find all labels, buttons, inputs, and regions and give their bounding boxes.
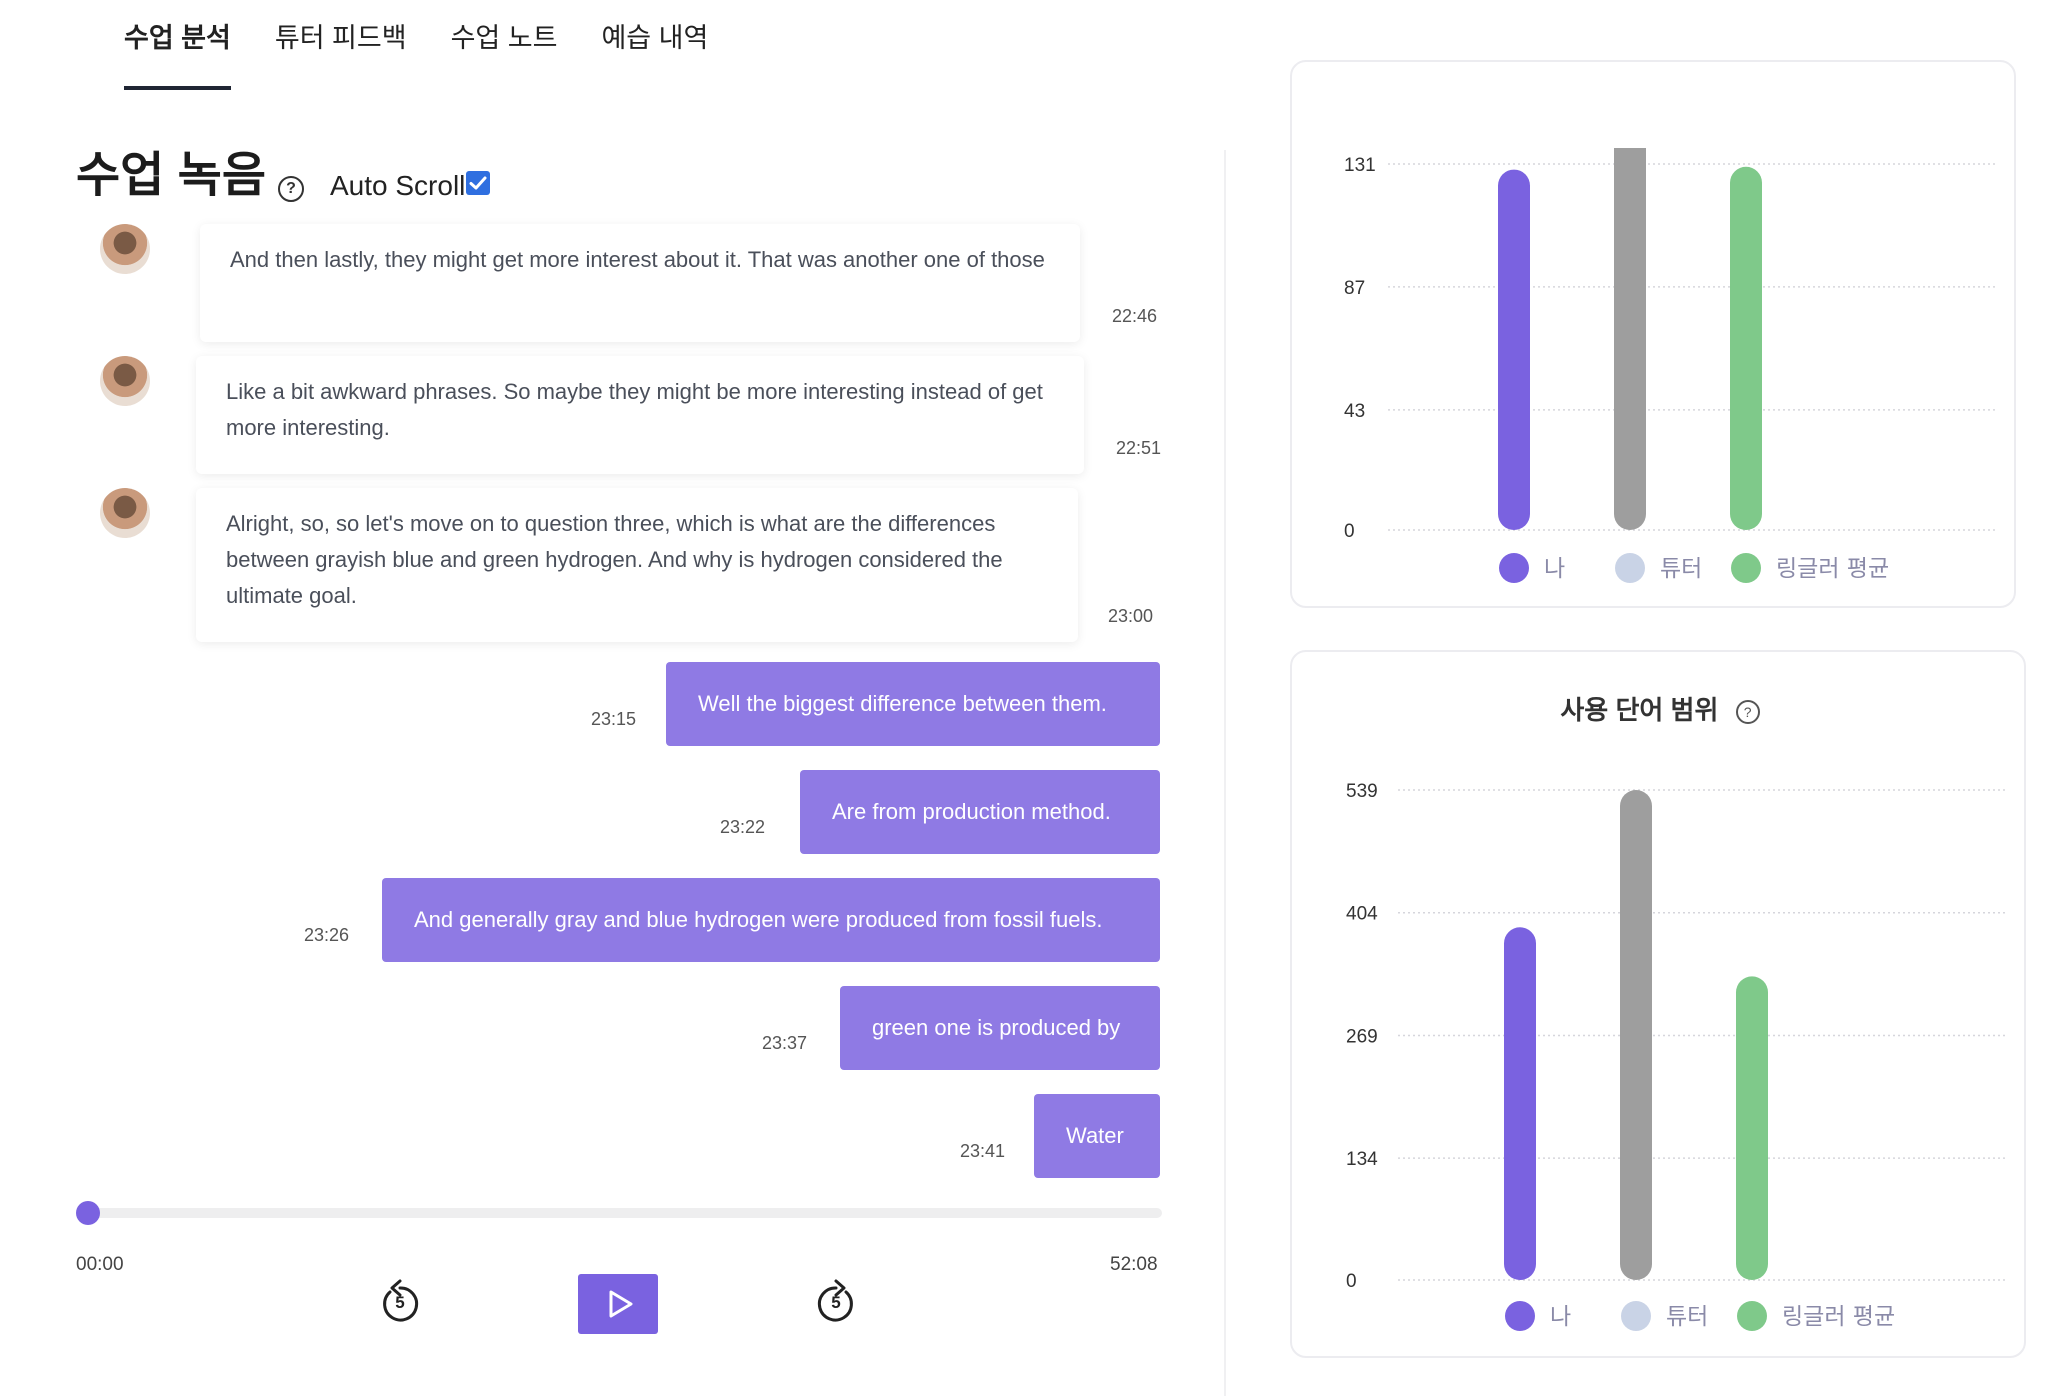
y-tick-label: 404 xyxy=(1346,904,1378,925)
message-text: And then lastly, they might get more int… xyxy=(230,247,1045,272)
my-message: Are from production method. xyxy=(800,770,1160,854)
message-text: Water xyxy=(1066,1123,1124,1148)
y-tick-label: 0 xyxy=(1344,521,1355,542)
message-time: 23:41 xyxy=(960,1141,1006,1161)
tutor-message: Like a bit awkward phrases. So maybe the… xyxy=(196,356,1084,474)
y-tick-label: 134 xyxy=(1346,1149,1378,1170)
tutor-avatar xyxy=(100,224,150,274)
tab-preview-history[interactable]: 예습 내역 xyxy=(601,18,708,86)
current-time: 00:00 xyxy=(76,1254,124,1275)
message-text: Well the biggest difference between them… xyxy=(698,691,1107,716)
panel-divider xyxy=(1224,150,1226,1396)
y-tick-label: 0 xyxy=(1346,1271,1357,1292)
legend-marker xyxy=(1615,553,1645,583)
legend-label: 튜터 xyxy=(1666,1304,1708,1330)
my-message: Well the biggest difference between them… xyxy=(666,662,1160,746)
play-button[interactable] xyxy=(578,1274,658,1334)
my-message: Water xyxy=(1034,1094,1160,1178)
my-message: And generally gray and blue hydrogen wer… xyxy=(382,878,1160,962)
tab-tutor-feedback[interactable]: 튜터 피드백 xyxy=(275,18,407,86)
tutor-avatar xyxy=(100,488,150,538)
my-message: green one is produced by xyxy=(840,986,1160,1070)
tutor-message: Alright, so, so let's move on to questio… xyxy=(196,488,1078,642)
message-text: And generally gray and blue hydrogen wer… xyxy=(414,907,1103,932)
legend-marker xyxy=(1731,553,1761,583)
forward-5-button[interactable]: 5 xyxy=(812,1278,860,1328)
y-tick-label: 269 xyxy=(1346,1026,1378,1047)
message-time: 22:51 xyxy=(1116,438,1162,458)
message-text: Like a bit awkward phrases. So maybe the… xyxy=(226,379,1043,440)
chart-1: 0 43 87 131 나 튜터 링글러 평균 xyxy=(1344,148,1998,583)
legend-label: 튜터 xyxy=(1660,556,1702,582)
tab-bar: 수업 분석 튜터 피드백 수업 노트 예습 내역 xyxy=(124,18,708,90)
page-title: 수업 녹음 xyxy=(76,149,266,202)
checkmark-icon xyxy=(469,176,487,190)
audio-progress-track[interactable] xyxy=(78,1208,1162,1218)
legend-marker xyxy=(1499,553,1529,583)
auto-scroll-checkbox[interactable] xyxy=(466,171,490,195)
message-text: green one is produced by xyxy=(872,1015,1121,1040)
legend-marker xyxy=(1737,1301,1767,1331)
tab-class-analysis[interactable]: 수업 분석 xyxy=(124,18,231,90)
rewind-seconds: 5 xyxy=(395,1293,405,1312)
y-tick-label: 131 xyxy=(1344,155,1376,176)
y-tick-label: 539 xyxy=(1346,781,1378,802)
message-time: 22:46 xyxy=(1112,306,1158,326)
help-icon[interactable]: ? xyxy=(278,176,304,202)
tab-class-notes[interactable]: 수업 노트 xyxy=(451,18,558,86)
legend-label: 링글러 평균 xyxy=(1782,1304,1895,1330)
y-tick-label: 87 xyxy=(1344,278,1365,299)
message-time: 23:37 xyxy=(762,1033,808,1053)
chart-card-2: 사용 단어 범위 ? 0 134 269 404 539 나 튜터 링글러 평균 xyxy=(1290,650,2026,1358)
legend-label: 나 xyxy=(1544,556,1565,582)
legend-marker xyxy=(1621,1301,1651,1331)
rewind-5-button[interactable]: 5 xyxy=(376,1278,424,1328)
tutor-avatar xyxy=(100,356,150,406)
legend-label: 링글러 평균 xyxy=(1776,556,1889,582)
forward-seconds: 5 xyxy=(831,1293,841,1312)
total-time: 52:08 xyxy=(1110,1254,1158,1275)
audio-progress-thumb[interactable] xyxy=(76,1201,100,1225)
chart-2: 0 134 269 404 539 나 튜터 링글러 평균 xyxy=(1346,781,2008,1331)
auto-scroll-label: Auto Scroll xyxy=(330,170,466,201)
message-time: 23:26 xyxy=(304,925,350,945)
chart-card-1: 0 43 87 131 나 튜터 링글러 평균 xyxy=(1290,60,2016,608)
message-time: 23:15 xyxy=(591,709,637,729)
legend-label: 나 xyxy=(1550,1304,1571,1330)
y-tick-label: 43 xyxy=(1344,401,1365,422)
play-icon xyxy=(609,1290,633,1318)
tutor-message: And then lastly, they might get more int… xyxy=(200,224,1080,342)
message-time: 23:22 xyxy=(720,817,766,837)
message-text: Are from production method. xyxy=(832,799,1111,824)
legend-marker xyxy=(1505,1301,1535,1331)
message-time: 23:00 xyxy=(1108,606,1154,626)
message-text: Alright, so, so let's move on to questio… xyxy=(226,511,1003,608)
bar-1-clip-top xyxy=(1614,148,1646,168)
